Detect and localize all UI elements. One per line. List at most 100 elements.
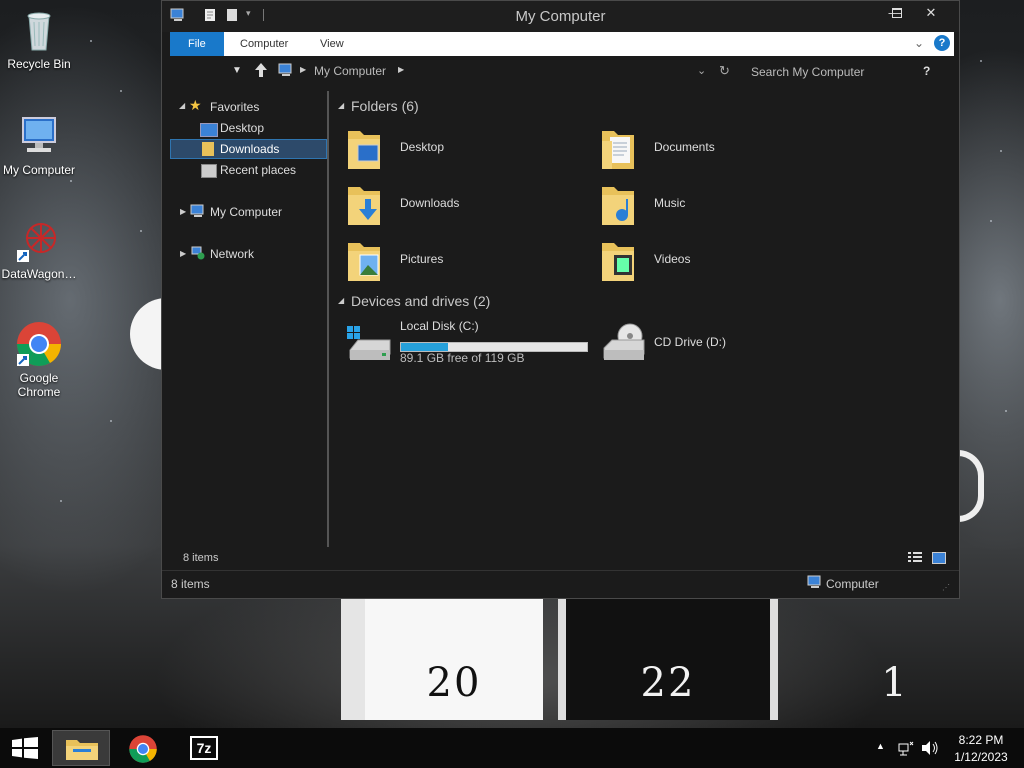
tab-computer[interactable]: Computer	[228, 32, 300, 56]
taskbar-7zip[interactable]: 7z	[176, 730, 234, 766]
status-bar: 8 items Computer ⋰	[162, 570, 959, 599]
collapse-devices-icon[interactable]: ◢	[338, 296, 344, 305]
drive-item[interactable]: CD Drive (D:)	[590, 318, 830, 368]
desktop-icon-label: My Computer	[2, 163, 76, 177]
group-header-folders[interactable]: Folders (6)	[351, 98, 419, 114]
up-arrow-icon[interactable]	[254, 61, 268, 79]
videos-folder-icon	[600, 239, 636, 283]
desktop-icon-my-computer[interactable]: My Computer	[1, 112, 77, 177]
recent-locations-icon[interactable]: ▼	[232, 65, 242, 76]
items-count-inner: 8 items	[183, 552, 219, 564]
chrome-icon	[15, 320, 63, 368]
folder-item[interactable]: Pictures	[336, 235, 576, 285]
window-title: My Computer	[515, 8, 606, 25]
calendar-card-right: 22	[558, 598, 778, 720]
status-items-count: 8 items	[171, 577, 210, 591]
resize-grip-icon[interactable]: ⋰	[942, 583, 950, 592]
folder-label: Music	[654, 196, 686, 210]
taskbar-file-explorer[interactable]	[52, 730, 110, 766]
close-button[interactable]: ✕	[915, 3, 947, 23]
breadcrumb-my-computer[interactable]: My Computer	[314, 64, 386, 78]
folder-label: Documents	[654, 140, 715, 154]
network-icon	[190, 246, 206, 260]
downloads-folder-icon	[346, 183, 382, 227]
help-icon[interactable]: ?	[934, 35, 950, 51]
folder-label: Videos	[654, 252, 691, 266]
content-pane: ◢ Folders (6) Desktop Documents Download…	[336, 91, 952, 549]
clock[interactable]: 8:22 PM 1/12/2023	[946, 728, 1016, 768]
nav-favorites[interactable]: Favorites	[210, 97, 259, 117]
calendar-card-left: 20	[341, 598, 543, 720]
chrome-icon	[128, 734, 158, 764]
desktop-small-icon	[200, 123, 218, 137]
documents-folder-icon	[600, 127, 636, 171]
folder-label: Downloads	[400, 196, 460, 210]
drive-free-space: 89.1 GB free of 119 GB	[400, 351, 525, 365]
recent-places-icon	[201, 164, 217, 178]
explorer-window: ▾ My Computer — ✕ File Computer View ⌄ ?…	[161, 0, 960, 599]
address-dropdown-icon[interactable]: ⌄	[697, 64, 706, 77]
volume-icon[interactable]	[921, 740, 939, 756]
address-bar: ▼ ▶ My Computer ▶ ⌄ ↻ Search My Computer…	[162, 59, 959, 85]
show-hidden-icons-icon[interactable]: ▲	[876, 741, 885, 755]
cd-drive-icon	[600, 322, 648, 366]
search-input[interactable]: Search My Computer	[751, 65, 901, 79]
navigation-pane: ◢ ★ Favorites Desktop Downloads Recent p…	[170, 91, 328, 549]
moon-shape-right	[958, 450, 984, 522]
details-view-icon[interactable]	[908, 552, 922, 564]
pane-splitter[interactable]	[327, 91, 329, 547]
desktop-icon-datawagon[interactable]: DataWagon…	[1, 216, 77, 281]
folder-item[interactable]: Documents	[590, 123, 830, 173]
status-computer-icon	[807, 575, 823, 589]
expand-ribbon-icon[interactable]: ⌄	[914, 36, 924, 50]
search-icon[interactable]: ?	[923, 64, 930, 78]
network-status-icon[interactable]	[898, 740, 914, 756]
nav-network[interactable]: Network	[210, 244, 254, 264]
windows-logo-icon	[12, 737, 38, 759]
large-icons-view-icon[interactable]	[932, 552, 946, 564]
location-computer-icon	[278, 63, 294, 77]
clock-time: 8:22 PM	[958, 733, 1004, 747]
taskbar: 7z ▲ 8:22 PM 1/12/2023	[0, 728, 1024, 768]
status-location: Computer	[826, 577, 879, 591]
folder-item[interactable]: Videos	[590, 235, 830, 285]
drive-label: Local Disk (C:)	[400, 319, 479, 333]
refresh-icon[interactable]: ↻	[719, 63, 730, 79]
breadcrumb-chevron-icon[interactable]: ▶	[300, 65, 306, 74]
title-bar[interactable]: ▾ My Computer — ✕	[162, 1, 959, 32]
nav-my-computer[interactable]: My Computer	[210, 202, 282, 222]
folder-item[interactable]: Music	[590, 179, 830, 229]
group-header-devices[interactable]: Devices and drives (2)	[351, 293, 490, 309]
datawagon-icon	[15, 216, 63, 264]
desktop-icon-label: Recycle Bin	[7, 57, 71, 71]
taskbar-chrome[interactable]	[114, 730, 172, 766]
nav-desktop[interactable]: Desktop	[220, 118, 264, 138]
maximize-button-glyph[interactable]	[881, 3, 913, 23]
nav-downloads[interactable]: Downloads	[220, 139, 279, 159]
folder-item[interactable]: Desktop	[336, 123, 576, 173]
nav-recent-places[interactable]: Recent places	[220, 160, 296, 180]
folder-label: Desktop	[400, 140, 445, 154]
expand-my-computer-icon[interactable]: ▶	[180, 207, 186, 216]
recycle-bin-icon	[15, 6, 63, 54]
collapse-folders-icon[interactable]: ◢	[338, 101, 344, 110]
expand-favorites-icon[interactable]: ◢	[179, 101, 185, 110]
expand-network-icon[interactable]: ▶	[180, 249, 186, 258]
computer-icon	[15, 112, 63, 160]
start-button[interactable]	[0, 728, 48, 768]
tab-file[interactable]: File	[170, 32, 224, 56]
pictures-folder-icon	[346, 239, 382, 283]
calendar-number: 22	[640, 660, 696, 706]
desktop-icon-label: Google Chrome	[17, 371, 61, 399]
desktop-icon-recycle-bin[interactable]: Recycle Bin	[1, 6, 77, 71]
drive-item[interactable]: Local Disk (C:) 89.1 GB free of 119 GB	[336, 318, 590, 368]
folder-item[interactable]: Downloads	[336, 179, 576, 229]
breadcrumb-chevron-icon[interactable]: ▶	[398, 65, 404, 74]
drive-usage-fill	[401, 343, 448, 351]
ribbon: File Computer View ⌄ ?	[170, 32, 954, 56]
star-icon: ★	[189, 97, 202, 113]
downloads-small-icon	[202, 142, 214, 156]
tab-view[interactable]: View	[308, 32, 356, 56]
music-folder-icon	[600, 183, 636, 227]
desktop-icon-google-chrome[interactable]: Google Chrome	[1, 320, 77, 399]
